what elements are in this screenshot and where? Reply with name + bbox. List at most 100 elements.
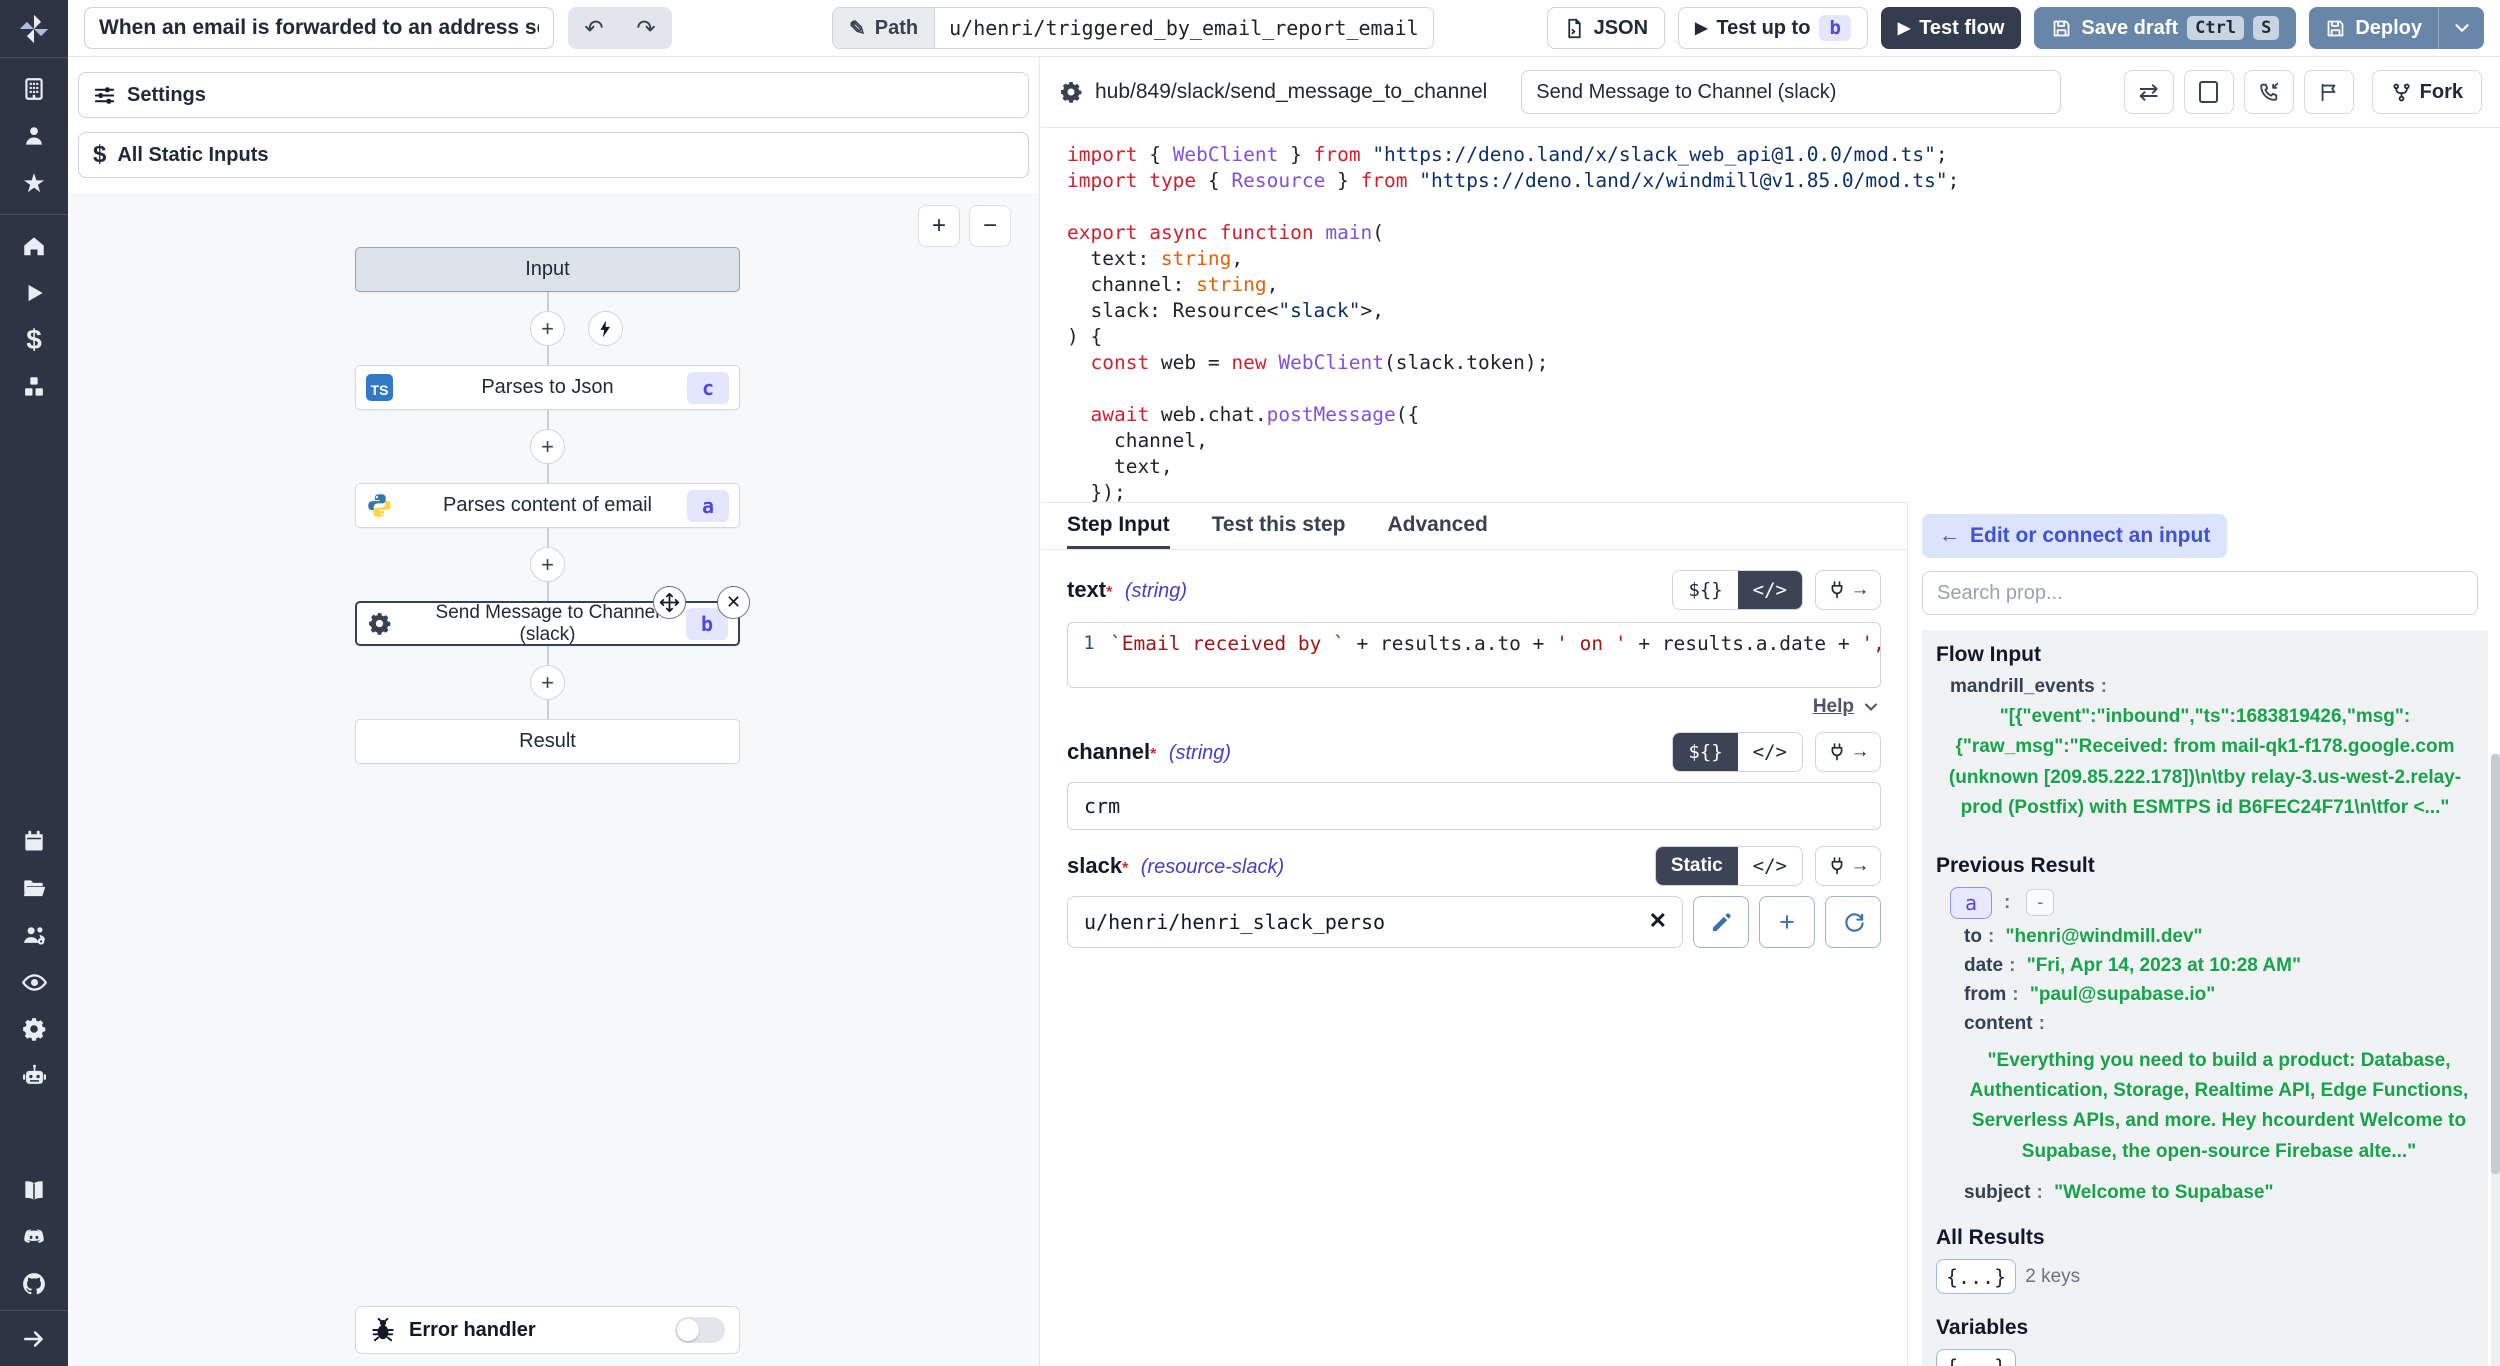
flow-input-value[interactable]: "[{"event":"inbound","ts":1683819426,"ms… — [1936, 698, 2474, 832]
error-handler-toggle[interactable] — [675, 1317, 725, 1343]
workspace-building-icon[interactable] — [20, 75, 48, 103]
static-mode-button[interactable]: ${} — [1673, 733, 1737, 771]
flow-node-send-message[interactable]: ✕ Send Message to Channel (slack) b — [355, 601, 740, 646]
add-resource-button[interactable]: + — [1759, 896, 1815, 948]
resources-boxes-icon[interactable] — [20, 373, 48, 401]
kbd-s: S — [2253, 16, 2279, 40]
static-mode-button[interactable]: Static — [1656, 847, 1738, 885]
flow-title-input[interactable] — [84, 7, 554, 49]
code-editor[interactable]: import { WebClient } from "https://deno.… — [1041, 128, 2500, 502]
runs-play-icon[interactable] — [20, 279, 48, 307]
home-icon[interactable] — [20, 232, 48, 260]
json-button[interactable]: JSON — [1547, 7, 1665, 49]
path-group: ✎ Path u/henri/triggered_by_email_report… — [832, 7, 1434, 49]
trigger-bolt-button[interactable] — [588, 311, 623, 346]
discord-icon[interactable] — [20, 1223, 48, 1251]
canvas-zoom-out-button[interactable]: − — [969, 205, 1011, 247]
add-step-button[interactable]: + — [530, 665, 565, 700]
test-flow-button[interactable]: ▶ Test flow — [1881, 7, 2022, 49]
field-label-text: text — [1067, 577, 1106, 602]
favorites-star-icon[interactable]: ★ — [20, 169, 48, 197]
user-icon[interactable] — [20, 122, 48, 150]
ai-robot-icon[interactable] — [20, 1062, 48, 1090]
docs-book-icon[interactable] — [20, 1176, 48, 1204]
fork-button[interactable]: Fork — [2372, 70, 2482, 114]
flow-input-key[interactable]: mandrill_events — [1950, 676, 2095, 697]
flow-node-result[interactable]: Result — [355, 719, 740, 764]
save-draft-button[interactable]: Save draft Ctrl S — [2034, 7, 2296, 49]
github-icon[interactable] — [20, 1270, 48, 1298]
connect-input-button[interactable]: → — [1815, 732, 1881, 772]
help-link[interactable]: Help — [1813, 696, 1854, 718]
settings-gear-icon[interactable] — [20, 1015, 48, 1043]
collapse-chip[interactable]: - — [2026, 889, 2054, 916]
flag-button[interactable] — [2304, 70, 2354, 114]
channel-value-input[interactable] — [1067, 782, 1881, 830]
flow-canvas[interactable]: + − Input + TS Parses to Json c — [68, 193, 1039, 1366]
expr-mode-button[interactable]: </> — [1738, 733, 1802, 771]
groups-users-icon[interactable] — [20, 921, 48, 949]
slack-input-mode-toggle: Static </> — [1655, 846, 1803, 886]
slack-resource-input[interactable] — [1067, 896, 1683, 948]
delete-step-button[interactable]: ✕ — [717, 586, 750, 619]
text-expression-editor[interactable]: 1 `Email received by ` + results.a.to + … — [1067, 622, 1881, 688]
save-icon — [2051, 18, 2072, 39]
result-a-badge[interactable]: a — [1950, 887, 1992, 919]
expand-editor-button[interactable] — [2184, 70, 2234, 114]
tab-test-this-step[interactable]: Test this step — [1212, 503, 1346, 549]
all-static-inputs-button[interactable]: $ All Static Inputs — [78, 132, 1029, 178]
result-content-value[interactable]: "Everything you need to build a product:… — [1964, 1042, 2474, 1176]
tab-step-input[interactable]: Step Input — [1067, 503, 1170, 549]
step-name-input[interactable] — [1521, 70, 2061, 114]
folders-icon[interactable] — [20, 874, 48, 902]
variables-dollar-icon[interactable]: $ — [20, 326, 48, 354]
move-icon — [659, 592, 680, 613]
context-scrollbar — [2491, 754, 2500, 1366]
canvas-zoom-in-button[interactable]: + — [918, 205, 960, 247]
windmill-logo[interactable] — [0, 0, 68, 58]
git-fork-icon — [2391, 82, 2412, 103]
lightning-icon — [595, 319, 615, 339]
add-step-button[interactable]: + — [530, 547, 565, 582]
deploy-more-button[interactable] — [2438, 7, 2484, 49]
search-prop-input[interactable] — [1922, 571, 2478, 615]
refresh-resource-button[interactable] — [1825, 896, 1881, 948]
all-results-object-chip[interactable]: {...} — [1936, 1259, 2016, 1294]
expr-mode-button[interactable]: </> — [1738, 571, 1802, 609]
webhook-phone-button[interactable] — [2244, 70, 2294, 114]
swap-sync-button[interactable]: ⇄ — [2124, 70, 2174, 114]
scrollbar-thumb[interactable] — [2491, 754, 2500, 1174]
schedules-calendar-icon[interactable] — [20, 827, 48, 855]
sidebar-expand-button[interactable] — [0, 1310, 68, 1366]
variables-object-chip[interactable]: {...} — [1936, 1349, 2016, 1366]
arrow-right-icon: → — [1851, 741, 1870, 763]
field-type-slack: (resource-slack) — [1141, 856, 1284, 878]
redo-button[interactable]: ↷ — [620, 7, 672, 49]
clear-resource-button[interactable]: ✕ — [1649, 908, 1667, 934]
chevron-down-icon — [2451, 17, 2473, 39]
error-handler-card[interactable]: Error handler — [355, 1306, 740, 1354]
undo-button[interactable]: ↶ — [568, 7, 620, 49]
path-edit-button[interactable]: ✎ Path — [833, 8, 934, 48]
all-results-keys-count: 2 keys — [2025, 1266, 2080, 1288]
all-results-title: All Results — [1936, 1226, 2474, 1250]
static-mode-button[interactable]: ${} — [1673, 571, 1737, 609]
edit-resource-button[interactable] — [1693, 896, 1749, 948]
connect-input-button[interactable]: → — [1815, 846, 1881, 886]
connect-input-button[interactable]: → — [1815, 570, 1881, 610]
flow-node-parses-to-json[interactable]: TS Parses to Json c — [355, 365, 740, 410]
result-row: from: "paul@supabase.io" — [1964, 984, 2474, 1006]
flow-settings-button[interactable]: Settings — [78, 72, 1029, 118]
tab-advanced[interactable]: Advanced — [1387, 503, 1487, 549]
add-step-button[interactable]: + — [530, 311, 565, 346]
flow-node-parses-content[interactable]: Parses content of email a — [355, 483, 740, 528]
edit-or-connect-button[interactable]: ← Edit or connect an input — [1922, 514, 2227, 558]
add-step-button[interactable]: + — [530, 429, 565, 464]
move-step-button[interactable] — [653, 586, 686, 619]
deploy-button[interactable]: Deploy — [2309, 7, 2438, 49]
flow-node-input[interactable]: Input — [355, 247, 740, 292]
expr-mode-button[interactable]: </> — [1738, 847, 1802, 885]
audit-eye-icon[interactable] — [20, 968, 48, 996]
flow-path-value[interactable]: u/henri/triggered_by_email_report_email — [934, 8, 1433, 48]
test-up-to-button[interactable]: ▶ Test up to b — [1678, 7, 1868, 49]
